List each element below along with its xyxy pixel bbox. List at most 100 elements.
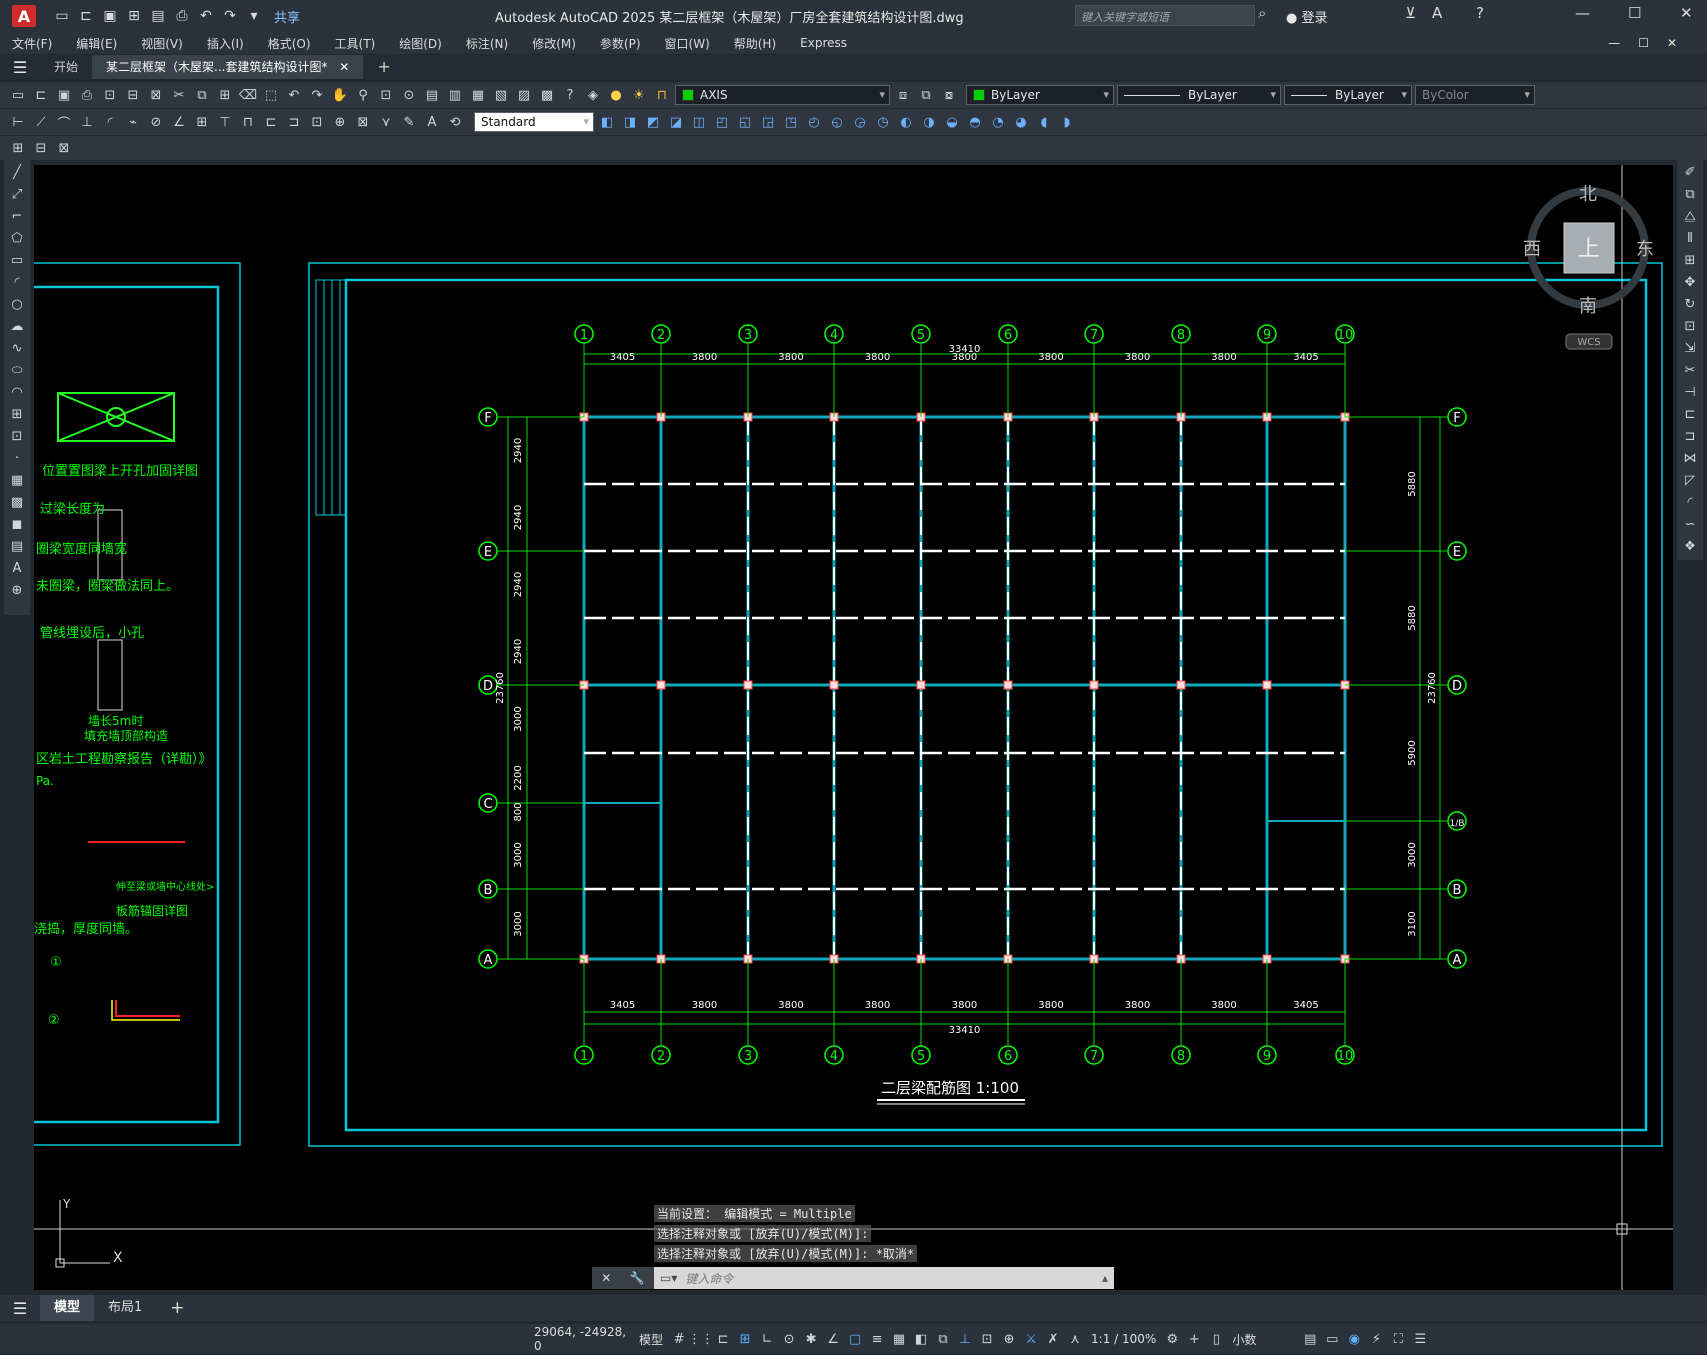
wedge-icon[interactable]: ◩ bbox=[643, 112, 663, 132]
dim-update-icon[interactable]: ⟲ bbox=[445, 112, 465, 132]
transparency-icon[interactable]: ▦ bbox=[888, 1328, 910, 1350]
gradient-icon[interactable]: ▩ bbox=[7, 492, 27, 512]
lineweight-icon[interactable]: ≡ bbox=[866, 1328, 888, 1350]
presspull-icon[interactable]: ◵ bbox=[827, 112, 847, 132]
object-snap-tracking-icon[interactable]: ∠ bbox=[822, 1328, 844, 1350]
union-icon[interactable]: ◲ bbox=[758, 112, 778, 132]
file-tabs-menu-icon[interactable]: ☰ bbox=[0, 58, 40, 77]
continue-dim-icon[interactable]: ⊓ bbox=[238, 112, 258, 132]
match-properties-icon[interactable]: ⌫ bbox=[238, 85, 258, 105]
shell-icon[interactable]: ◑ bbox=[919, 112, 939, 132]
aligned-dim-icon[interactable]: ⟋ bbox=[31, 112, 51, 132]
tolerance-icon[interactable]: ⊡ bbox=[307, 112, 327, 132]
move-icon[interactable]: ✥ bbox=[1680, 272, 1700, 292]
layer-states-icon[interactable]: ⧇ bbox=[939, 85, 959, 105]
publish-icon[interactable]: ⊟ bbox=[123, 85, 143, 105]
spline-icon[interactable]: ∿ bbox=[7, 338, 27, 358]
zoom-window-icon[interactable]: ⊡ bbox=[376, 85, 396, 105]
diameter-dim-icon[interactable]: ⊘ bbox=[146, 112, 166, 132]
annotation-monitor-icon[interactable]: + bbox=[1183, 1328, 1205, 1350]
save-icon[interactable]: ▣ bbox=[54, 85, 74, 105]
mirror-icon[interactable]: ⧋ bbox=[1680, 206, 1700, 226]
menu-modify[interactable]: 修改(M) bbox=[520, 35, 588, 52]
intersect-icon[interactable]: ◴ bbox=[804, 112, 824, 132]
cart-icon[interactable]: ⊻ bbox=[1405, 4, 1416, 22]
lock-ui-icon[interactable]: ▭ bbox=[1321, 1328, 1343, 1350]
app-menu-button[interactable]: A bbox=[12, 5, 36, 27]
polyline-icon[interactable]: ⌐ bbox=[7, 206, 27, 226]
angular-dim-icon[interactable]: ∠ bbox=[169, 112, 189, 132]
section-plane-icon[interactable]: ◗ bbox=[1057, 112, 1077, 132]
layer-thaw-icon[interactable]: ☀ bbox=[629, 85, 649, 105]
doc-window-controls[interactable]: —☐✕ bbox=[1608, 36, 1695, 50]
explode-icon[interactable]: ❖ bbox=[1680, 536, 1700, 556]
annotation-scale-combo[interactable]: 1:1 / 100% bbox=[1086, 1332, 1161, 1346]
dim-edit-icon[interactable]: ✎ bbox=[399, 112, 419, 132]
add-selected-icon[interactable]: ⊕ bbox=[7, 580, 27, 600]
array-3d-icon[interactable]: ◖ bbox=[1034, 112, 1054, 132]
dynamic-input-icon[interactable]: ⊞ bbox=[734, 1328, 756, 1350]
plotstyle-combo[interactable]: ByColor bbox=[1415, 85, 1535, 105]
cut-icon[interactable]: ✂ bbox=[169, 85, 189, 105]
tab-start[interactable]: 开始 bbox=[40, 55, 92, 79]
login-button[interactable]: ● 登录 bbox=[1286, 7, 1328, 26]
layout-menu-icon[interactable]: ☰ bbox=[0, 1299, 40, 1318]
break-at-point-icon[interactable]: ⊏ bbox=[1680, 404, 1700, 424]
close-button[interactable]: ✕ bbox=[1680, 4, 1693, 22]
extend-icon[interactable]: ⊣ bbox=[1680, 382, 1700, 402]
layer-on-icon[interactable]: ● bbox=[606, 85, 626, 105]
menu-window[interactable]: 窗口(W) bbox=[653, 35, 722, 52]
tab-layout1[interactable]: 布局1 bbox=[94, 1295, 156, 1321]
center-mark-icon[interactable]: ⊕ bbox=[330, 112, 350, 132]
tab-active-drawing[interactable]: 某二层框架（木屋架...套建筑结构设计图* ✕ bbox=[92, 55, 364, 79]
publish-icon[interactable]: ▤ bbox=[148, 6, 168, 26]
loft-icon[interactable]: ◱ bbox=[735, 112, 755, 132]
block-editor-icon[interactable]: ⬚ bbox=[261, 85, 281, 105]
chamfer-icon[interactable]: ◸ bbox=[1680, 470, 1700, 490]
help-icon[interactable]: ? bbox=[1476, 4, 1484, 22]
radius-dim-icon[interactable]: ◜ bbox=[100, 112, 120, 132]
cylinder-icon[interactable]: ◨ bbox=[620, 112, 640, 132]
units-combo[interactable]: 小数 bbox=[1227, 1331, 1299, 1348]
table-icon[interactable]: ▤ bbox=[7, 536, 27, 556]
close-tab-icon[interactable]: ✕ bbox=[339, 60, 349, 74]
rotate-3d-icon[interactable]: ◓ bbox=[965, 112, 985, 132]
quick-properties-icon[interactable]: ▤ bbox=[1299, 1328, 1321, 1350]
blend-curves-icon[interactable]: ∽ bbox=[1680, 514, 1700, 534]
minimize-button[interactable]: — bbox=[1575, 4, 1590, 22]
layer-properties-icon[interactable]: ◈ bbox=[583, 85, 603, 105]
isolate-objects-icon[interactable]: ◉ bbox=[1343, 1328, 1365, 1350]
units-icon[interactable]: ▯ bbox=[1205, 1328, 1227, 1350]
linetype-combo[interactable]: ByLayer bbox=[1117, 85, 1281, 105]
revcloud-icon[interactable]: ☁ bbox=[7, 316, 27, 336]
sheet-set-icon[interactable]: ▧ bbox=[491, 85, 511, 105]
region-icon[interactable]: ◼ bbox=[7, 514, 27, 534]
drawing-canvas[interactable]: 位置置图梁上开孔加固详图 过梁长度为 圈梁宽度同墙宽 未圈梁，圈梁做法同上。 管… bbox=[34, 165, 1673, 1290]
move-3d-icon[interactable]: ◒ bbox=[942, 112, 962, 132]
erase-icon[interactable]: ✐ bbox=[1680, 162, 1700, 182]
align-3d-icon[interactable]: ◔ bbox=[988, 112, 1008, 132]
ortho-icon[interactable]: ∟ bbox=[756, 1328, 778, 1350]
gizmo-icon[interactable]: ⊕ bbox=[998, 1328, 1020, 1350]
menu-view[interactable]: 视图(V) bbox=[129, 35, 195, 52]
calculator-icon[interactable]: ▩ bbox=[537, 85, 557, 105]
data-extraction-icon[interactable]: ⊟ bbox=[31, 138, 51, 158]
pan-icon[interactable]: ✋ bbox=[330, 85, 350, 105]
save-icon[interactable]: ▣ bbox=[100, 6, 120, 26]
close-command-line-icon[interactable]: ✕ bbox=[601, 1271, 611, 1285]
revolve-icon[interactable]: ◫ bbox=[689, 112, 709, 132]
menu-tools[interactable]: 工具(T) bbox=[323, 35, 388, 52]
extrude-icon[interactable]: ◪ bbox=[666, 112, 686, 132]
stretch-icon[interactable]: ⇲ bbox=[1680, 338, 1700, 358]
array-icon[interactable]: ⊞ bbox=[1680, 250, 1700, 270]
menu-insert[interactable]: 插入(I) bbox=[195, 35, 256, 52]
layer-previous-icon[interactable]: ⧉ bbox=[916, 85, 936, 105]
arc-icon[interactable]: ◜ bbox=[7, 272, 27, 292]
scale-icon[interactable]: ⊡ bbox=[1680, 316, 1700, 336]
undo-icon[interactable]: ↶ bbox=[284, 85, 304, 105]
customize-wrench-icon[interactable]: 🔧 bbox=[630, 1271, 645, 1285]
viewcube-south[interactable]: 南 bbox=[1579, 296, 1597, 317]
infer-constraints-icon[interactable]: ⊏ bbox=[712, 1328, 734, 1350]
point-icon[interactable]: · bbox=[7, 448, 27, 468]
lineweight-combo[interactable]: ByLayer bbox=[1284, 85, 1412, 105]
